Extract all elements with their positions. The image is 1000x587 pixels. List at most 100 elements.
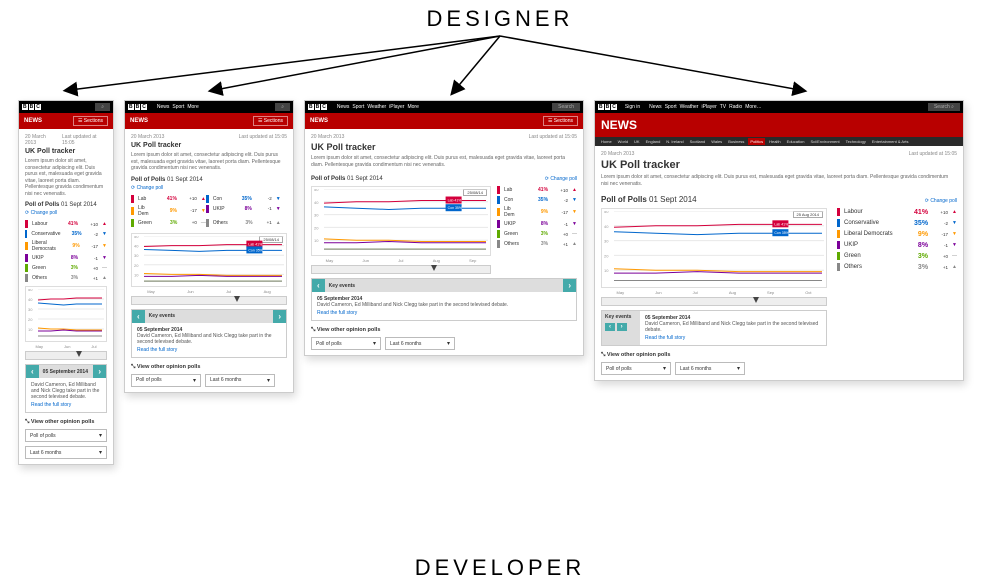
timeline-slider[interactable] [25,351,107,360]
range-select[interactable]: Last 6 months▾ [25,446,107,459]
key-events-prev[interactable]: ‹ [26,365,39,378]
change-poll-link[interactable]: ⟳ Change poll [25,210,57,216]
key-events-prev[interactable]: ‹ [605,323,615,331]
svg-text:Con 35%: Con 35% [774,231,788,235]
subnav-item[interactable]: Sci/Environment [808,138,841,145]
poll-chart: 25 Aug 20141020304050Lab 41%Con 35% [601,208,827,288]
change-poll-link[interactable]: ⟳ Change poll [925,198,957,204]
legend-name: Lab [138,196,151,202]
range-select[interactable]: Last 6 months▾ [385,337,455,350]
header-link[interactable]: News [649,104,662,110]
key-events-link[interactable]: Read the full story [317,310,571,316]
header-link[interactable]: Radio [729,104,742,110]
key-events-next[interactable]: › [93,365,106,378]
key-events-prev[interactable]: ‹ [132,310,145,323]
chevron-down-icon: ▾ [663,365,666,372]
change-poll-link[interactable]: ⟳ Change poll [545,176,577,182]
search-input[interactable]: ⌕ [95,103,110,111]
subnav-item[interactable]: Entertainment & Arts [870,138,911,145]
slider-handle[interactable] [76,351,82,357]
range-select[interactable]: Last 6 months▾ [675,362,745,375]
legend-swatch [497,220,500,228]
slider-handle[interactable] [753,297,759,303]
legend-delta: +10 [181,196,197,201]
key-events-next[interactable]: › [273,310,286,323]
key-events-card: Key events ‹ › 05 September 2014David Ca… [601,310,827,346]
header-link[interactable]: Sport [665,104,677,110]
legend-row: Green 3% +0 — [497,230,577,238]
key-events-prev[interactable]: ‹ [312,279,325,292]
header-link[interactable]: iPlayer [701,104,716,110]
legend-row: Con 35% -2 ▼ [497,196,577,204]
page-title: UK Poll tracker [25,148,107,155]
poll-select[interactable]: Poll of polls▾ [601,362,671,375]
header-link[interactable]: News [157,104,170,110]
slider-handle[interactable] [234,296,240,302]
header-link[interactable]: More [187,104,198,110]
header-link[interactable]: More [407,104,418,110]
key-events-next[interactable]: › [563,279,576,292]
key-events-next[interactable]: › [617,323,627,331]
key-events-link[interactable]: Read the full story [645,335,821,341]
sections-button[interactable]: ☰ Sections [253,116,288,126]
subnav-item[interactable]: Scotland [688,138,708,145]
header-links[interactable]: NewsSportMore [157,104,199,110]
news-brand-bar: NEWS ☰ Sections [19,113,113,129]
legend-pct: 8% [900,242,928,249]
subnav-item[interactable]: N. Ireland [664,138,685,145]
header-link[interactable]: Sport [352,104,364,110]
legend-delta: -2 [932,221,948,226]
subnav-item[interactable]: Wales [709,138,724,145]
news-brand-bar: NEWS ☰ Sections [125,113,293,129]
header-link[interactable]: Sport [172,104,184,110]
subnav-item[interactable]: UK [632,138,642,145]
header-link[interactable]: Weather [680,104,699,110]
header-link[interactable]: News [337,104,350,110]
chevron-down-icon: ▾ [447,340,450,347]
subnav-item[interactable]: Health [767,138,783,145]
search-input[interactable]: Search ⌕ [928,103,960,111]
news-brand: NEWS [24,118,42,124]
poll-select[interactable]: Poll of polls▾ [25,429,107,442]
header-link[interactable]: More… [745,104,761,110]
legend-pct: 8% [56,255,78,261]
timeline-slider[interactable] [131,296,287,305]
svg-text:Lab 41%: Lab 41% [448,199,462,203]
bbc-logo: BBC [128,104,148,110]
header-link[interactable]: iPlayer [389,104,404,110]
signin-link[interactable]: Sign in [625,104,640,110]
subnav-item[interactable]: Home [599,138,614,145]
subnav-item[interactable]: England [644,138,663,145]
legend-pct: 3% [526,241,548,247]
subnav-item[interactable]: Business [726,138,746,145]
slider-handle[interactable] [431,265,437,271]
header-links[interactable]: NewsSportWeatheriPlayerMore [337,104,419,110]
subnav-item[interactable]: Politics [748,138,765,145]
legend-pct: 9% [526,209,548,215]
subnav-item[interactable]: World [616,138,630,145]
key-events-title: Key events [605,314,637,320]
key-events-link[interactable]: Read the full story [137,347,281,353]
subnav-item[interactable]: Technology [844,138,868,145]
legend-pct: 3% [156,220,177,226]
sections-button[interactable]: ☰ Sections [543,116,578,126]
header-links[interactable]: NewsSportWeatheriPlayer TVRadioMore… [649,104,761,110]
poll-select[interactable]: Poll of polls▾ [131,374,201,387]
intro-text: Lorem ipsum dolor sit amet, consectetur … [131,152,287,172]
svg-text:10: 10 [314,238,319,243]
legend-delta: +0 [82,266,98,271]
timeline-slider[interactable] [601,297,827,306]
timeline-slider[interactable] [311,265,491,274]
key-events-link[interactable]: Read the full story [31,402,101,408]
range-select[interactable]: Last 6 months▾ [205,374,275,387]
subnav-item[interactable]: Education [785,138,807,145]
change-poll-link[interactable]: ⟳ Change poll [131,185,163,191]
poll-select[interactable]: Poll of polls▾ [311,337,381,350]
legend-trend-icon: ▼ [276,196,281,202]
search-input[interactable]: Search [552,103,580,111]
section-subnav[interactable]: HomeWorldUKEnglandN. IrelandScotlandWale… [595,137,963,146]
header-link[interactable]: Weather [367,104,386,110]
sections-button[interactable]: ☰ Sections [73,116,108,126]
search-input[interactable]: ⌕ [275,103,290,111]
header-link[interactable]: TV [720,104,726,110]
